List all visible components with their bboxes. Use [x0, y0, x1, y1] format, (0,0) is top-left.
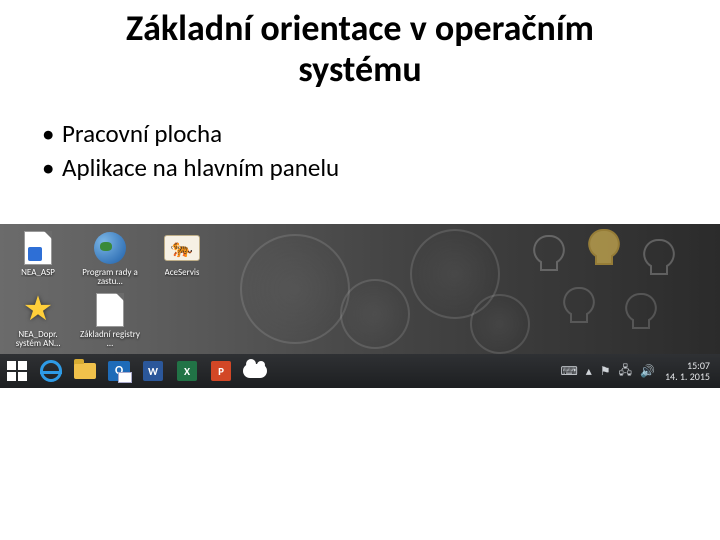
desktop-screenshot: NEA_ASP Program rady a zastu… 🐅 AceServi…	[0, 224, 720, 388]
globe-icon	[91, 230, 129, 266]
desktop-icon-aceservis[interactable]: 🐅 AceServis	[150, 230, 214, 286]
network-icon[interactable]: 🖧	[619, 361, 632, 382]
taskbar-outlook[interactable]: O	[102, 354, 136, 388]
desktop-wallpaper: NEA_ASP Program rady a zastu… 🐅 AceServi…	[0, 224, 720, 354]
desktop-icon-label: NEA_ASP	[21, 268, 55, 277]
onedrive-icon	[243, 364, 267, 378]
desktop-icon-nea-dopr[interactable]: ★ NEA_Dopr. systém AN…	[6, 292, 70, 348]
file-icon	[91, 292, 129, 328]
bullet-list: Pracovní plocha Aplikace na hlavním pane…	[0, 91, 720, 185]
chevron-up-icon[interactable]: ▴	[586, 364, 592, 379]
system-tray: ⌨ ▴ ⚑ 🖧 🔊 15:07 14. 1. 2015	[556, 354, 720, 388]
keyboard-icon[interactable]: ⌨	[560, 364, 577, 379]
desktop-icon-nea-asp[interactable]: NEA_ASP	[6, 230, 70, 286]
folder-icon	[74, 363, 96, 379]
taskbar-powerpoint[interactable]: P	[204, 354, 238, 388]
desktop-icon-label: Základní registry …	[79, 330, 141, 348]
desktop-icon-zakladni[interactable]: Základní registry …	[78, 292, 142, 348]
desktop-icon-label: NEA_Dopr. systém AN…	[7, 330, 69, 348]
slide-title: Základní orientace v operačním systému	[0, 0, 720, 91]
desktop-icon-label: Program rady a zastu…	[79, 268, 141, 286]
outlook-icon: O	[108, 361, 130, 381]
windows-icon	[7, 361, 27, 381]
powerpoint-icon: P	[211, 361, 231, 381]
start-button[interactable]	[0, 354, 34, 388]
app-icon: 🐅	[163, 230, 201, 266]
taskbar-excel[interactable]: X	[170, 354, 204, 388]
bullet-item: Aplikace na hlavním panelu	[42, 151, 720, 185]
taskbar-explorer[interactable]	[68, 354, 102, 388]
taskbar: O W X P ⌨ ▴ ⚑ 🖧 🔊 15:07 1	[0, 354, 720, 388]
bullet-item: Pracovní plocha	[42, 117, 720, 151]
star-icon: ★	[19, 292, 57, 328]
word-icon: W	[143, 361, 163, 381]
taskbar-word[interactable]: W	[136, 354, 170, 388]
action-center-icon[interactable]: ⚑	[600, 364, 611, 379]
taskbar-onedrive[interactable]	[238, 354, 272, 388]
file-icon	[19, 230, 57, 266]
excel-icon: X	[177, 361, 197, 381]
ie-icon	[40, 360, 62, 382]
taskbar-clock[interactable]: 15:07 14. 1. 2015	[663, 360, 712, 382]
clock-date: 14. 1. 2015	[665, 371, 710, 382]
taskbar-ie[interactable]	[34, 354, 68, 388]
volume-icon[interactable]: 🔊	[640, 364, 655, 379]
desktop-icon-label: AceServis	[165, 268, 200, 277]
desktop-icon-program[interactable]: Program rady a zastu…	[78, 230, 142, 286]
